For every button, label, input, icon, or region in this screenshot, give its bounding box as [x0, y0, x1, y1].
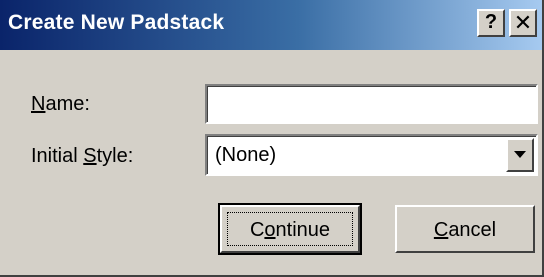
initial-style-label-text: tyle: — [96, 145, 134, 167]
initial-style-value: (None) — [215, 144, 277, 166]
continue-label-mnemonic: o — [264, 219, 276, 241]
name-input[interactable] — [209, 88, 542, 120]
help-button[interactable]: ? — [477, 9, 505, 37]
continue-button[interactable]: Continue — [218, 203, 362, 255]
initial-style-label-prefix: Initial — [31, 145, 84, 167]
create-new-padstack-dialog: Create New Padstack ? ✕ Name: Initial St… — [0, 0, 544, 277]
initial-style-label-mnemonic: S — [83, 145, 97, 167]
cancel-label-end: ancel — [448, 219, 497, 241]
continue-button-label: Continue — [222, 219, 358, 242]
dialog-title: Create New Padstack — [8, 11, 225, 34]
close-icon: ✕ — [513, 10, 533, 35]
chevron-down-icon — [514, 151, 526, 158]
continue-label-start: C — [249, 219, 265, 241]
name-label: Name: — [31, 93, 90, 116]
continue-label-end: ntinue — [275, 219, 331, 241]
initial-style-label: Initial Style: — [31, 145, 133, 168]
title-bar[interactable]: Create New Padstack ? ✕ — [0, 0, 542, 50]
name-field[interactable] — [205, 84, 542, 124]
initial-style-select[interactable]: (None) — [205, 134, 538, 176]
cancel-button[interactable]: Cancel — [395, 205, 535, 253]
initial-style-dropdown-button[interactable] — [506, 138, 534, 172]
cancel-label-mnemonic: C — [433, 219, 449, 241]
close-button[interactable]: ✕ — [509, 9, 537, 37]
name-label-mnemonic: N — [31, 93, 46, 115]
cancel-button-label: Cancel — [397, 219, 533, 242]
name-label-text: ame: — [45, 93, 90, 115]
